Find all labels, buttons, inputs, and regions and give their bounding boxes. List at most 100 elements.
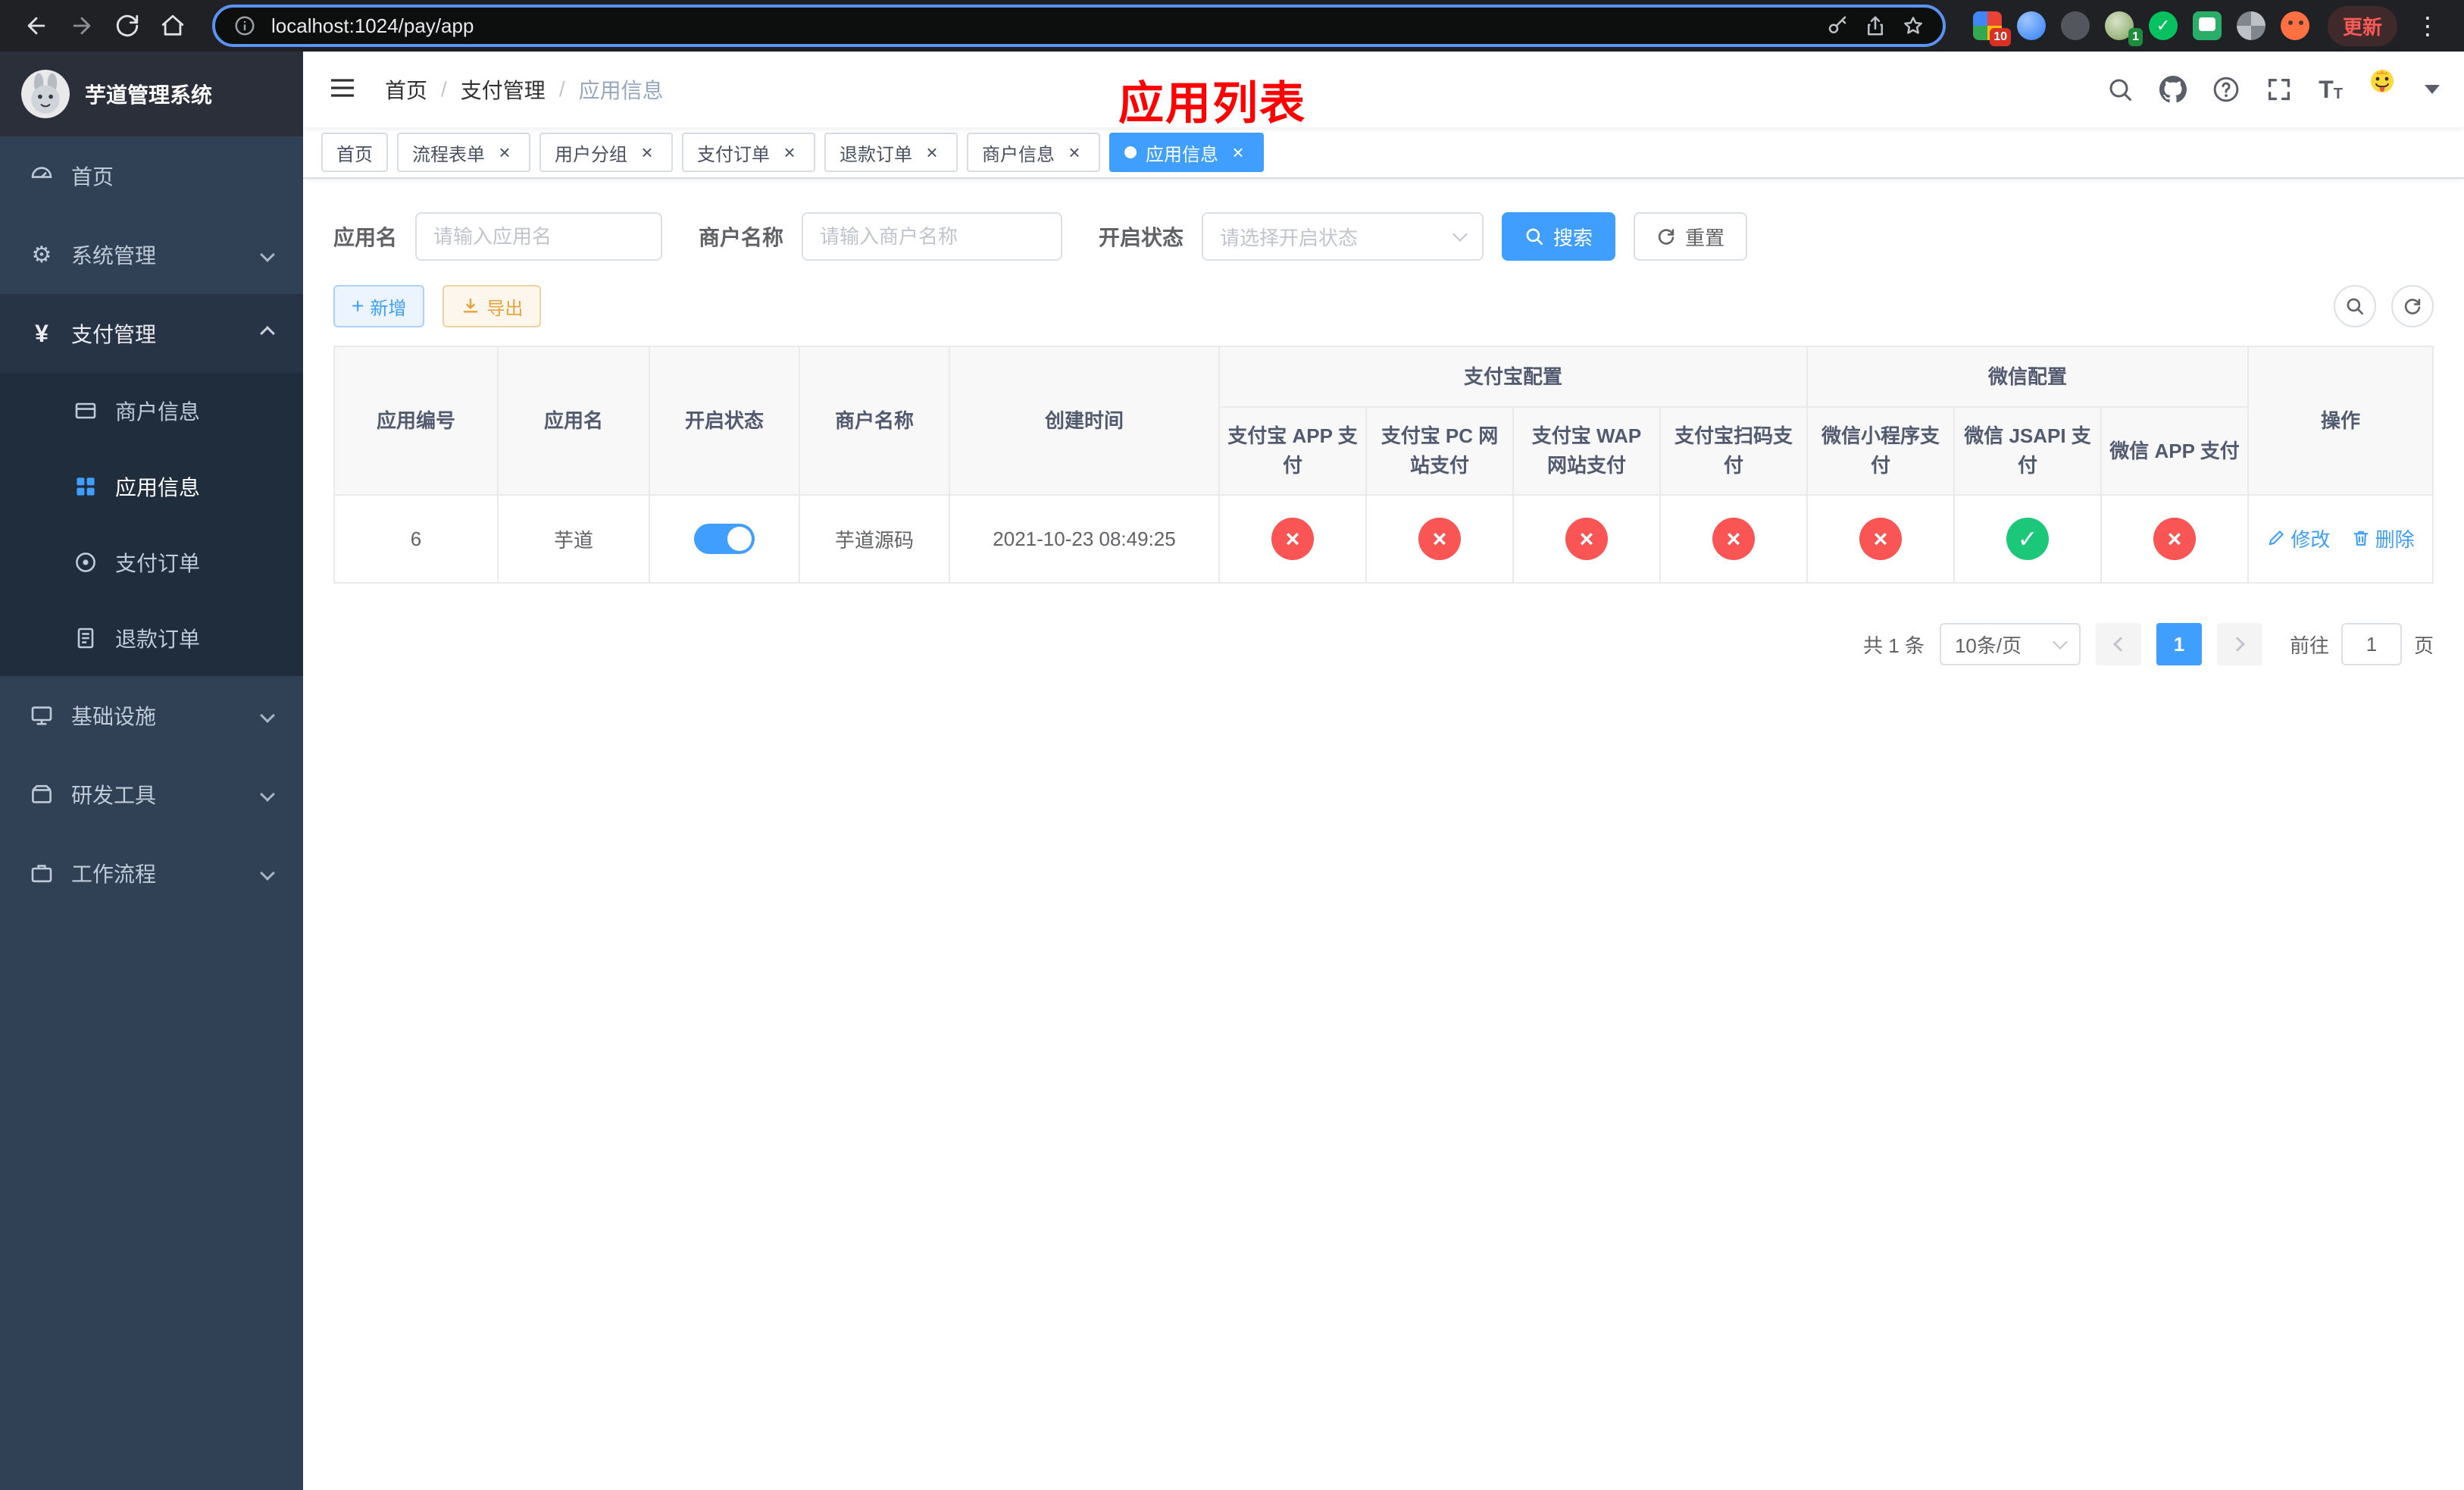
- close-icon[interactable]: ×: [1064, 142, 1085, 163]
- tab-label: 首页: [336, 144, 373, 165]
- tab-label: 退款订单: [840, 144, 912, 165]
- column-header-status: 开启状态: [649, 346, 800, 496]
- sidebar-item-pay-order[interactable]: 支付订单: [0, 524, 303, 600]
- edit-link[interactable]: 修改: [2266, 524, 2330, 552]
- app-name-input[interactable]: [433, 224, 645, 249]
- tab-user-group[interactable]: 用户分组 ×: [539, 133, 673, 172]
- breadcrumb-separator: /: [558, 77, 565, 101]
- status-cross-icon: ×: [1271, 518, 1314, 560]
- payment-submenu: 商户信息 应用信息 支付订单 退款订单: [0, 373, 303, 676]
- browser-home-button[interactable]: [152, 5, 194, 47]
- toggle-search-button[interactable]: [2334, 285, 2376, 327]
- app-shell: 芋道管理系统 首页 ⚙ 系统管理 ¥ 支付管理 商户信息 应用信息 支付订单 退…: [0, 52, 2464, 1490]
- extension-badge: 1: [2128, 28, 2143, 46]
- browser-back-button[interactable]: [15, 5, 58, 47]
- rabbit-logo-icon: [21, 70, 70, 118]
- extension-badge: 10: [1990, 28, 2011, 46]
- extension-icon-avatar[interactable]: 1: [2104, 11, 2143, 46]
- search-icon[interactable]: [2106, 76, 2134, 103]
- browser-update-button[interactable]: 更新: [2327, 5, 2397, 46]
- github-icon[interactable]: [2159, 76, 2187, 103]
- search-button[interactable]: 搜索: [1502, 212, 1616, 261]
- url-text[interactable]: localhost:1024/pay/app: [271, 14, 1811, 38]
- chevron-down-icon: [1452, 227, 1468, 242]
- status-select[interactable]: 请选择开启状态: [1202, 212, 1484, 261]
- sidebar-item-payment[interactable]: ¥ 支付管理: [0, 294, 303, 373]
- sidebar-item-home[interactable]: 首页: [0, 136, 303, 215]
- fullscreen-icon[interactable]: [2265, 76, 2293, 103]
- font-size-icon[interactable]: TT: [2319, 77, 2343, 102]
- status-label: 开启状态: [1099, 226, 1184, 249]
- sidebar-item-workflow[interactable]: 工作流程: [0, 834, 303, 912]
- page-size-select[interactable]: 10条/页: [1939, 623, 2081, 665]
- user-avatar[interactable]: [2369, 67, 2414, 112]
- sidebar-item-app-info[interactable]: 应用信息: [0, 449, 303, 524]
- user-menu[interactable]: [2369, 67, 2440, 112]
- table-toolbar: + 新增 导出: [333, 285, 2434, 327]
- bookmark-star-icon[interactable]: [1902, 14, 1925, 37]
- delete-link[interactable]: 删除: [2351, 524, 2415, 552]
- tab-refund-order[interactable]: 退款订单 ×: [824, 133, 958, 172]
- password-key-icon[interactable]: [1826, 14, 1849, 37]
- breadcrumb-section[interactable]: 支付管理: [461, 74, 546, 105]
- jump-page-input[interactable]: [2340, 623, 2402, 665]
- close-icon[interactable]: ×: [636, 142, 658, 163]
- extension-icon-colorful[interactable]: 10: [1972, 11, 2011, 46]
- browser-reload-button[interactable]: [106, 5, 149, 47]
- close-icon[interactable]: ×: [779, 142, 800, 163]
- app-logo[interactable]: 芋道管理系统: [0, 52, 303, 136]
- merchant-name-input[interactable]: [820, 224, 1045, 249]
- cell-alipay-app: ×: [1218, 494, 1367, 584]
- close-icon[interactable]: ×: [494, 142, 515, 163]
- reset-button[interactable]: 重置: [1634, 212, 1748, 261]
- sidebar-item-system[interactable]: ⚙ 系统管理: [0, 215, 303, 294]
- add-button[interactable]: + 新增: [333, 285, 425, 327]
- extension-icon-green-check[interactable]: ✓: [2148, 11, 2178, 40]
- column-header-wx-jsapi: 微信 JSAPI 支付: [1953, 406, 2103, 496]
- address-bar[interactable]: localhost:1024/pay/app: [212, 5, 1946, 47]
- close-icon[interactable]: ×: [921, 142, 943, 163]
- export-button[interactable]: 导出: [442, 285, 542, 327]
- status-check-icon: ✓: [2006, 518, 2050, 560]
- tab-label: 支付订单: [697, 144, 770, 165]
- tab-home[interactable]: 首页: [321, 133, 388, 172]
- sidebar-item-infrastructure[interactable]: 基础设施: [0, 676, 303, 755]
- sidebar-item-merchant-info[interactable]: 商户信息: [0, 373, 303, 449]
- share-icon[interactable]: [1864, 14, 1887, 37]
- extension-icon-face[interactable]: [2280, 11, 2309, 40]
- chevron-down-icon: [260, 866, 275, 881]
- next-page-button[interactable]: [2216, 623, 2262, 665]
- sidebar-item-label: 系统管理: [71, 244, 157, 268]
- reload-icon: [116, 14, 139, 37]
- plus-icon: +: [352, 294, 364, 318]
- status-toggle[interactable]: [694, 524, 755, 554]
- page-number-button[interactable]: 1: [2156, 623, 2202, 665]
- page-jump: 前往 页: [2290, 623, 2434, 665]
- extension-icon-dark-circle[interactable]: [2060, 11, 2090, 40]
- sidebar-item-refund-order[interactable]: 退款订单: [0, 600, 303, 676]
- site-info-icon[interactable]: [233, 14, 256, 37]
- breadcrumb-current: 应用信息: [578, 79, 664, 102]
- cell-wx-app: ×: [2100, 494, 2250, 584]
- browser-forward-button[interactable]: [61, 5, 103, 47]
- extension-icon-pinwheel[interactable]: [2236, 11, 2265, 40]
- cell-alipay-wap: ×: [1512, 494, 1661, 584]
- status-select-placeholder: 请选择开启状态: [1220, 226, 1359, 249]
- sidebar-collapse-icon[interactable]: [327, 73, 361, 106]
- close-icon[interactable]: ×: [1227, 142, 1249, 163]
- tab-merchant-info[interactable]: 商户信息 ×: [967, 133, 1100, 172]
- tab-pay-order[interactable]: 支付订单 ×: [682, 133, 815, 172]
- browser-menu-icon[interactable]: ⋮: [2406, 11, 2449, 40]
- help-icon[interactable]: [2212, 76, 2240, 103]
- extension-icon-chat[interactable]: [2192, 11, 2222, 40]
- trash-icon: [2353, 531, 2369, 546]
- toolbox-icon: [29, 781, 55, 807]
- tab-process-form[interactable]: 流程表单 ×: [397, 133, 530, 172]
- cell-merchant: 芋道源码: [799, 494, 950, 584]
- breadcrumb-home[interactable]: 首页: [385, 74, 427, 105]
- sidebar-item-dev-tools[interactable]: 研发工具: [0, 755, 303, 834]
- refresh-table-button[interactable]: [2391, 285, 2434, 327]
- tab-app-info[interactable]: 应用信息 ×: [1109, 133, 1264, 172]
- prev-page-button[interactable]: [2095, 623, 2141, 665]
- extension-icon-drop[interactable]: [2016, 11, 2046, 40]
